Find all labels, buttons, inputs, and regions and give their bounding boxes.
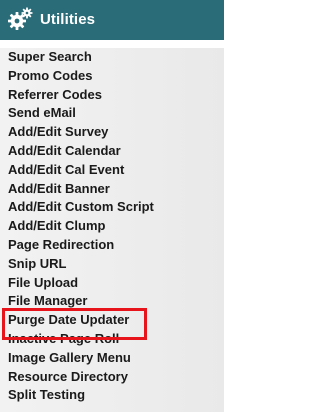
menu-item-add-edit-cal-event[interactable]: Add/Edit Cal Event — [0, 161, 224, 180]
utilities-panel: Utilities Super Search Promo Codes Refer… — [0, 0, 224, 412]
utilities-menu: Super Search Promo Codes Referrer Codes … — [0, 48, 224, 405]
menu-item-image-gallery-menu[interactable]: Image Gallery Menu — [0, 349, 224, 368]
menu-item-referrer-codes[interactable]: Referrer Codes — [0, 86, 224, 105]
menu-item-purge-date-updater[interactable]: Purge Date Updater — [0, 311, 224, 330]
menu-item-split-testing[interactable]: Split Testing — [0, 386, 224, 405]
header-divider — [0, 40, 224, 48]
menu-item-add-edit-banner[interactable]: Add/Edit Banner — [0, 180, 224, 199]
menu-item-page-redirection[interactable]: Page Redirection — [0, 236, 224, 255]
menu-item-super-search[interactable]: Super Search — [0, 48, 224, 67]
utilities-header[interactable]: Utilities — [0, 0, 224, 40]
menu-item-send-email[interactable]: Send eMail — [0, 104, 224, 123]
menu-item-add-edit-calendar[interactable]: Add/Edit Calendar — [0, 142, 224, 161]
menu-item-inactive-page-roll[interactable]: Inactive Page Roll — [0, 330, 224, 349]
menu-item-resource-directory[interactable]: Resource Directory — [0, 368, 224, 387]
menu-item-promo-codes[interactable]: Promo Codes — [0, 67, 224, 86]
header-title: Utilities — [40, 11, 96, 28]
menu-item-file-manager[interactable]: File Manager — [0, 292, 224, 311]
gears-icon — [8, 7, 33, 30]
menu-item-add-edit-survey[interactable]: Add/Edit Survey — [0, 123, 224, 142]
menu-item-file-upload[interactable]: File Upload — [0, 274, 224, 293]
menu-item-add-edit-custom-script[interactable]: Add/Edit Custom Script — [0, 198, 224, 217]
menu-item-snip-url[interactable]: Snip URL — [0, 255, 224, 274]
menu-item-add-edit-clump[interactable]: Add/Edit Clump — [0, 217, 224, 236]
